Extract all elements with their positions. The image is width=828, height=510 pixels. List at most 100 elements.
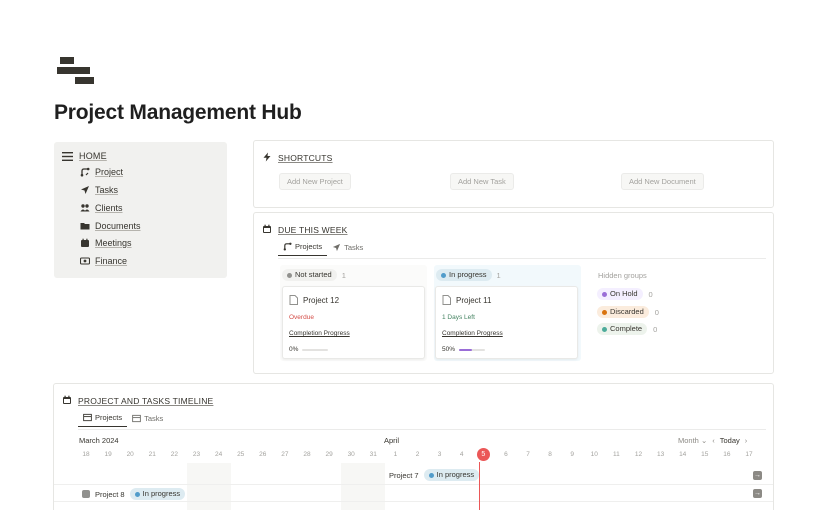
arrow-right-icon[interactable]: → — [753, 471, 762, 480]
nav-item-documents[interactable]: Documents — [80, 221, 141, 231]
nav-home[interactable]: HOME — [62, 151, 107, 161]
timeline-day: 22 — [170, 451, 178, 458]
drag-handle-icon[interactable] — [82, 490, 90, 498]
money-icon — [80, 257, 90, 265]
timeline-day: 24 — [214, 451, 223, 458]
timeline-day: 17 — [745, 451, 753, 458]
nav-home-label: HOME — [79, 151, 107, 161]
arrow-right-icon[interactable]: → — [753, 489, 762, 498]
timeline-item-label: Project 7 — [389, 470, 419, 480]
timeline-day: 2 — [415, 451, 420, 458]
table-icon — [83, 413, 92, 422]
today-line — [479, 462, 480, 510]
timeline-item-label: Project 8 — [95, 489, 125, 499]
add-new-document-button[interactable]: Add New Document — [621, 173, 704, 190]
hidden-group-complete[interactable]: Complete 0 — [597, 323, 657, 335]
timeline-day: 29 — [325, 451, 333, 458]
nav-item-label: Project — [95, 167, 124, 177]
timeline-day: 15 — [701, 451, 709, 458]
timeline-day: 13 — [656, 451, 665, 458]
due-this-week-title: DUE THIS WEEK — [278, 225, 348, 235]
group-count: 0 — [654, 307, 659, 317]
timeline-controls: Month ⌄ ‹ Today › — [678, 436, 747, 445]
timeline-day: 26 — [259, 451, 267, 458]
page-icon — [289, 295, 298, 305]
prev-button[interactable]: ‹ — [712, 436, 715, 445]
hidden-group-on-hold[interactable]: On Hold 0 — [597, 288, 653, 300]
nav-item-tasks[interactable]: Tasks — [80, 185, 118, 195]
timeline-day: 28 — [303, 451, 311, 458]
timeline-day: 20 — [126, 451, 134, 458]
group-header-not-started[interactable]: Not started 1 — [282, 269, 346, 281]
shortcuts-panel: SHORTCUTS Add New Project Add New Task A… — [253, 140, 774, 208]
project-card[interactable]: Project 11 1 Days Left Completion Progre… — [435, 286, 578, 359]
tab-label: Tasks — [144, 413, 164, 423]
tab-divider — [278, 258, 766, 259]
group-count: 1 — [496, 270, 501, 280]
weekend-shade — [187, 463, 231, 510]
timeline-day: 21 — [148, 451, 156, 458]
calendar-icon — [81, 238, 89, 247]
tab-divider — [78, 429, 766, 430]
add-new-task-button[interactable]: Add New Task — [450, 173, 514, 190]
progress-fill — [459, 348, 473, 351]
card-progress-text: 50% — [442, 346, 456, 353]
nav-item-label: Documents — [95, 221, 141, 231]
group-count: 0 — [653, 324, 658, 334]
card-progress-text: 0% — [289, 346, 299, 353]
folder-icon — [80, 223, 90, 230]
project-card[interactable]: Project 12 Overdue Completion Progress 0… — [282, 286, 425, 359]
row-divider — [54, 501, 773, 502]
tab-tasks[interactable]: Tasks — [327, 242, 368, 256]
add-new-project-button[interactable]: Add New Project — [279, 173, 351, 190]
card-status: 1 Days Left — [442, 314, 475, 321]
card-status: Overdue — [289, 314, 314, 321]
chevron-down-icon: ⌄ — [700, 436, 708, 445]
status-badge: In progress — [129, 488, 186, 500]
calendar-icon — [263, 224, 271, 233]
status-badge: On Hold — [597, 288, 643, 300]
nav-menu: HOME Project Tasks Clients Documents Mee… — [54, 142, 227, 278]
card-title: Project 12 — [303, 295, 340, 305]
tab-projects[interactable]: Projects — [278, 242, 328, 256]
timeline-day: 27 — [281, 451, 289, 458]
tab-label: Projects — [295, 242, 323, 251]
nav-item-project[interactable]: Project — [80, 167, 123, 177]
group-count: 1 — [341, 270, 346, 280]
timeline-day: 30 — [347, 451, 355, 458]
tab-label: Projects — [95, 413, 123, 422]
weekend-shade — [341, 463, 385, 510]
tab-projects[interactable]: Projects — [78, 413, 128, 427]
view-select[interactable]: Month ⌄ — [678, 436, 707, 445]
status-badge: Discarded — [597, 306, 649, 318]
timeline-day: 9 — [570, 451, 574, 458]
nav-item-finance[interactable]: Finance — [80, 256, 127, 266]
group-header-in-progress[interactable]: In progress 1 — [436, 269, 501, 281]
timeline-day: 18 — [82, 451, 90, 458]
page-title: Project Management Hub — [54, 101, 302, 124]
card-progress-label: Completion Progress — [289, 330, 350, 337]
group-count: 0 — [648, 289, 653, 299]
timeline-item[interactable]: Project 7 In progress — [389, 469, 480, 481]
timeline-day: 6 — [504, 451, 508, 458]
nav-item-meetings[interactable]: Meetings — [80, 238, 132, 248]
timeline-day: 4 — [459, 451, 464, 458]
timeline-day: 25 — [237, 451, 245, 458]
timeline-day: 10 — [590, 451, 598, 458]
due-tabs: Projects Tasks — [278, 242, 368, 256]
hidden-groups-title: Hidden groups — [598, 271, 647, 280]
nav-item-clients[interactable]: Clients — [80, 203, 123, 213]
timeline-day: 31 — [369, 451, 377, 458]
today-button[interactable]: Today — [720, 436, 740, 445]
project-icon — [283, 242, 292, 251]
timeline-day: 8 — [548, 451, 552, 458]
tab-label: Tasks — [344, 242, 364, 252]
shortcuts-title: SHORTCUTS — [278, 153, 333, 163]
progress-bar — [459, 348, 486, 351]
tab-tasks[interactable]: Tasks — [127, 413, 168, 427]
status-badge: In progress — [423, 469, 480, 481]
next-button[interactable]: › — [745, 436, 748, 445]
timeline-item[interactable]: Project 8 In progress — [82, 488, 186, 500]
hidden-group-discarded[interactable]: Discarded 0 — [597, 306, 659, 318]
progress-bar — [302, 348, 329, 351]
